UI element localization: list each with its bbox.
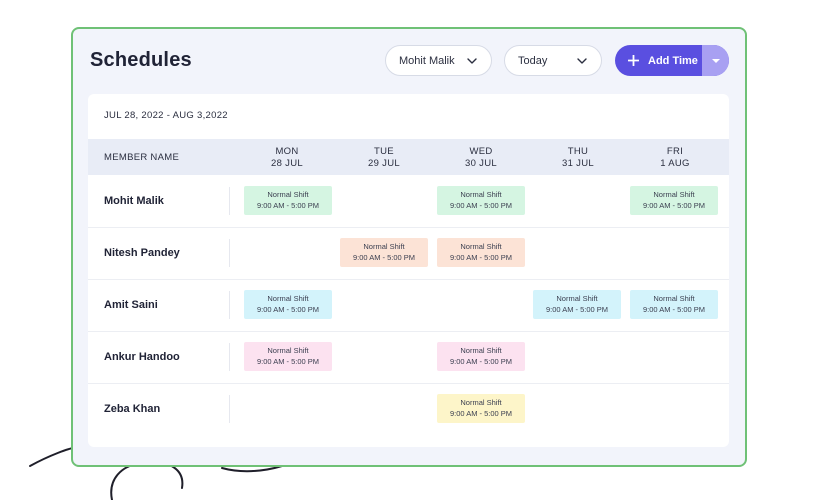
add-time-button[interactable]: Add Time xyxy=(615,45,729,76)
page-title: Schedules xyxy=(90,49,192,71)
shift-block[interactable]: Normal Shift 9:00 AM - 5:00 PM xyxy=(244,186,332,215)
chevron-down-icon xyxy=(577,57,587,64)
table-header: MEMBER NAME MON 28 JUL TUE 29 JUL WED 30 JU… xyxy=(88,139,729,175)
table-row: Mohit Malik Normal Shift 9:00 AM - 5:00 P… xyxy=(88,175,729,227)
member-select[interactable]: Mohit Malik xyxy=(385,45,492,76)
divider xyxy=(229,187,230,215)
day-header-wed: WED 30 JUL xyxy=(465,146,497,169)
member-name: Nitesh Pandey xyxy=(104,247,180,259)
day-header-fri: FRI 1 AUG xyxy=(660,146,690,169)
member-name: Zeba Khan xyxy=(104,403,161,415)
shift-block[interactable]: Normal Shift 9:00 AM - 5:00 PM xyxy=(533,290,621,319)
member-name-header: MEMBER NAME xyxy=(104,152,180,163)
shift-block[interactable]: Normal Shift 9:00 AM - 5:00 PM xyxy=(437,342,525,371)
table-row: Zeba Khan Normal Shift 9:00 AM - 5:00 PM xyxy=(88,383,729,435)
row-divider xyxy=(88,383,729,384)
table-row: Amit Saini Normal Shift 9:00 AM - 5:00 PM… xyxy=(88,279,729,331)
add-time-main[interactable]: Add Time xyxy=(615,45,702,76)
caret-down-icon xyxy=(711,58,720,63)
shift-block[interactable]: Normal Shift 9:00 AM - 5:00 PM xyxy=(244,342,332,371)
divider xyxy=(229,239,230,267)
member-select-value: Mohit Malik xyxy=(399,54,455,67)
shift-block[interactable]: Normal Shift 9:00 AM - 5:00 PM xyxy=(437,394,525,423)
shift-block[interactable]: Normal Shift 9:00 AM - 5:00 PM xyxy=(340,238,428,267)
member-name: Amit Saini xyxy=(104,299,158,311)
shift-block[interactable]: Normal Shift 9:00 AM - 5:00 PM xyxy=(437,186,525,215)
shift-block[interactable]: Normal Shift 9:00 AM - 5:00 PM xyxy=(630,186,718,215)
chevron-down-icon xyxy=(467,57,477,64)
member-name: Ankur Handoo xyxy=(104,351,180,363)
divider xyxy=(229,291,230,319)
table-row: Ankur Handoo Normal Shift 9:00 AM - 5:00 … xyxy=(88,331,729,383)
plus-icon xyxy=(628,55,639,66)
divider xyxy=(229,343,230,371)
row-divider xyxy=(88,227,729,228)
date-range: JUL 28, 2022 - AUG 3,2022 xyxy=(104,110,228,121)
member-name: Mohit Malik xyxy=(104,195,164,207)
date-select[interactable]: Today xyxy=(504,45,602,76)
add-time-dropdown[interactable] xyxy=(702,45,729,76)
schedule-table: JUL 28, 2022 - AUG 3,2022 MEMBER NAME MO… xyxy=(88,94,729,447)
shift-block[interactable]: Normal Shift 9:00 AM - 5:00 PM xyxy=(437,238,525,267)
date-select-value: Today xyxy=(518,54,548,67)
table-row: Nitesh Pandey Normal Shift 9:00 AM - 5:00… xyxy=(88,227,729,279)
row-divider xyxy=(88,279,729,280)
day-header-mon: MON 28 JUL xyxy=(271,146,303,169)
divider xyxy=(229,395,230,423)
day-header-tue: TUE 29 JUL xyxy=(368,146,400,169)
row-divider xyxy=(88,331,729,332)
shift-block[interactable]: Normal Shift 9:00 AM - 5:00 PM xyxy=(630,290,718,319)
add-time-label: Add Time xyxy=(648,54,698,67)
day-header-thu: THU 31 JUL xyxy=(562,146,594,169)
schedules-card: Schedules Mohit Malik Today Add Time JUL… xyxy=(71,27,747,467)
shift-block[interactable]: Normal Shift 9:00 AM - 5:00 PM xyxy=(244,290,332,319)
